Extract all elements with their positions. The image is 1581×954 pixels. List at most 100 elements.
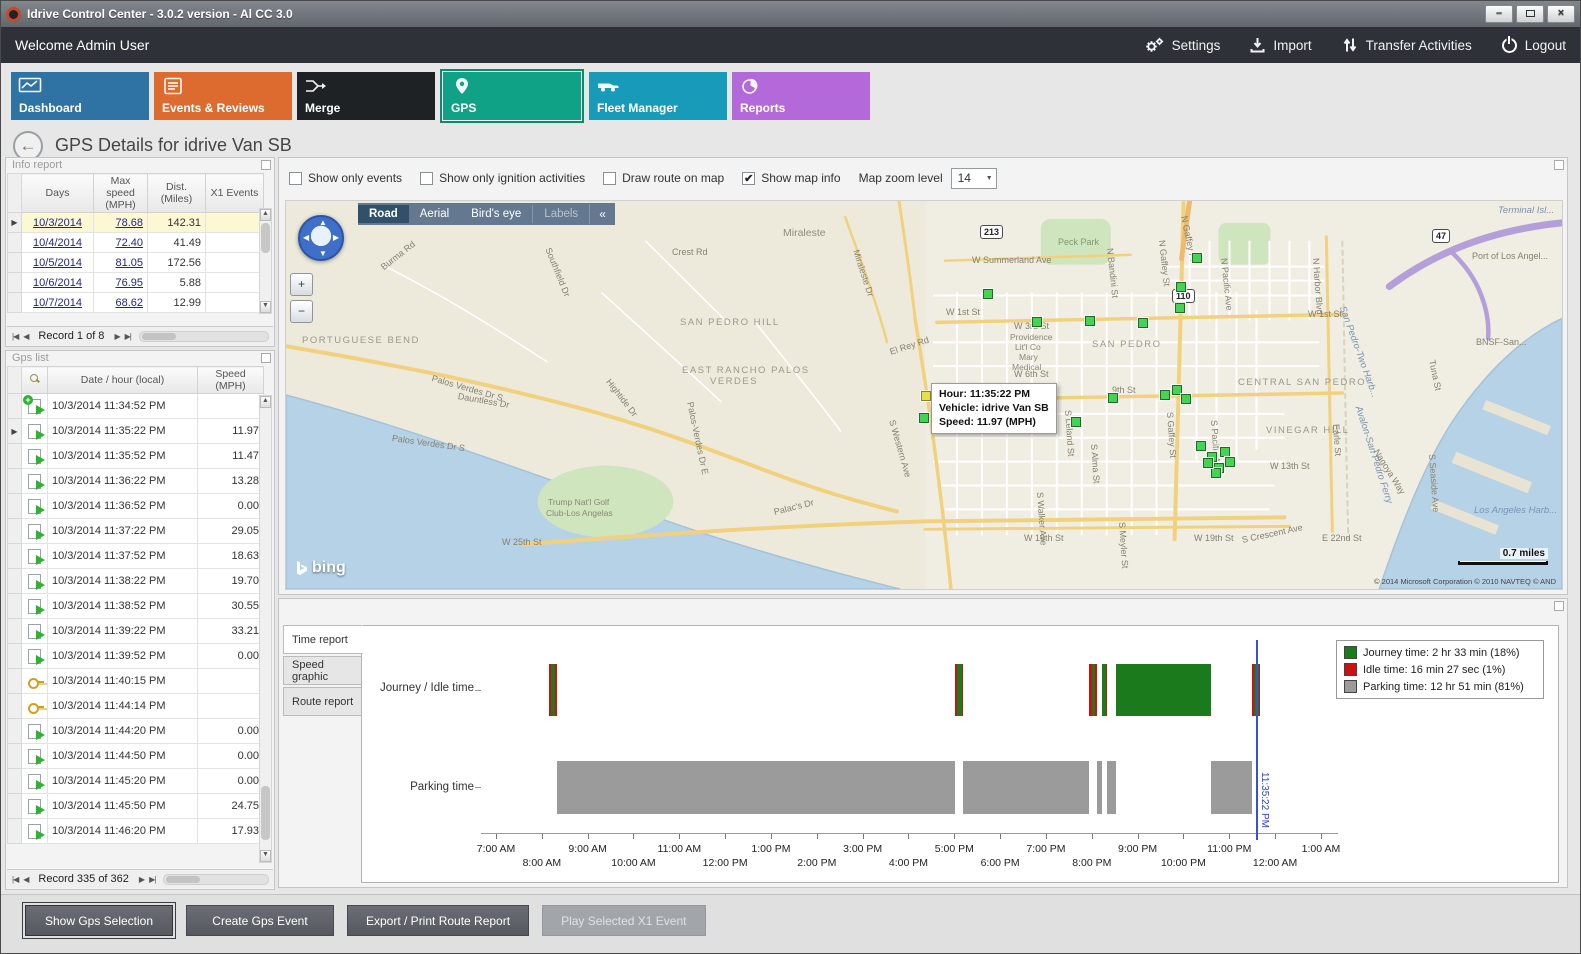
- collapse-panel-icon[interactable]: [261, 160, 271, 170]
- gps-marker[interactable]: [983, 289, 993, 299]
- max-speed-link[interactable]: 72.40: [115, 237, 143, 249]
- gps-marker[interactable]: [1225, 457, 1235, 467]
- checkbox-show-only-ignition-activities[interactable]: Show only ignition activities: [420, 171, 585, 185]
- zoom-in-button[interactable]: +: [290, 273, 313, 296]
- checkbox-show-only-events[interactable]: Show only events: [289, 171, 402, 185]
- pager-first-icon[interactable]: |◀: [11, 332, 19, 341]
- checked-checkbox-icon[interactable]: ✔: [742, 172, 755, 185]
- max-speed-link[interactable]: 81.05: [115, 257, 143, 269]
- day-link[interactable]: 10/7/2014: [33, 297, 82, 309]
- selected-gps-marker[interactable]: [921, 391, 931, 401]
- tab-events-reviews[interactable]: Events & Reviews: [154, 72, 292, 120]
- pager-prev-icon[interactable]: ◀: [22, 332, 29, 341]
- table-row[interactable]: 10/3/2014 11:39:22 PM33.21: [8, 619, 264, 644]
- gps-marker[interactable]: [1071, 417, 1081, 427]
- icon-column-header[interactable]: [22, 367, 48, 394]
- table-row[interactable]: 10/3/2014 11:35:52 PM11.47: [8, 444, 264, 469]
- table-row[interactable]: 10/3/2014 11:37:22 PM29.05: [8, 519, 264, 544]
- create-gps-event-button[interactable]: Create Gps Event: [186, 905, 334, 936]
- table-row[interactable]: 10/3/2014 11:38:52 PM30.55: [8, 594, 264, 619]
- tab-route-report[interactable]: Route report: [283, 687, 362, 716]
- gps-marker[interactable]: [1220, 447, 1230, 457]
- map-style-bird-s-eye[interactable]: Bird's eye: [460, 205, 532, 223]
- pager-last-icon[interactable]: ▶|: [148, 875, 156, 884]
- import-button[interactable]: Import: [1250, 37, 1311, 53]
- gps-marker[interactable]: [1176, 282, 1186, 292]
- unchecked-checkbox-icon[interactable]: [289, 172, 302, 185]
- minimize-button[interactable]: –: [1485, 5, 1513, 23]
- column-header[interactable]: Speed (MPH): [198, 367, 264, 394]
- table-row[interactable]: ▶10/3/2014 11:35:22 PM11.97: [8, 419, 264, 444]
- gps-marker[interactable]: [1160, 390, 1170, 400]
- collapse-panel-icon[interactable]: [261, 353, 271, 363]
- horizontal-scrollbar[interactable]: [163, 874, 269, 885]
- column-header[interactable]: Days: [22, 174, 94, 213]
- settings-button[interactable]: Settings: [1144, 37, 1221, 54]
- gps-marker[interactable]: [1196, 441, 1206, 451]
- table-row[interactable]: 10/3/2014 11:45:20 PM0.00: [8, 769, 264, 794]
- tab-time-report[interactable]: Time report: [283, 625, 363, 654]
- tab-dashboard[interactable]: Dashboard: [11, 72, 149, 120]
- table-row[interactable]: 10/3/2014 11:44:14 PM: [8, 694, 264, 719]
- vertical-scrollbar[interactable]: ▲ ▼: [259, 208, 272, 314]
- tab-merge[interactable]: Merge: [297, 72, 435, 120]
- day-link[interactable]: 10/6/2014: [33, 277, 82, 289]
- checkbox-show-map-info[interactable]: ✔Show map info: [742, 171, 840, 185]
- scroll-thumb[interactable]: [166, 876, 200, 883]
- gps-marker[interactable]: [1138, 318, 1148, 328]
- scroll-thumb[interactable]: [142, 333, 176, 340]
- pager-first-icon[interactable]: |◀: [11, 875, 19, 884]
- column-header[interactable]: Max speed (MPH): [94, 174, 148, 213]
- table-row[interactable]: 10/7/201468.6212.99: [8, 293, 264, 313]
- map-canvas[interactable]: MiralesteCrest RdBurma RdSouthfield DrMi…: [285, 200, 1563, 590]
- table-row[interactable]: 10/3/2014 11:37:52 PM18.63: [8, 544, 264, 569]
- table-row[interactable]: 10/5/201481.05172.56: [8, 253, 264, 273]
- map-style-aerial[interactable]: Aerial: [409, 205, 460, 223]
- gps-marker[interactable]: [1203, 458, 1213, 468]
- scroll-up-icon[interactable]: ▲: [260, 209, 271, 221]
- gps-marker[interactable]: [1032, 317, 1042, 327]
- gps-marker[interactable]: [1085, 316, 1095, 326]
- tab-fleet-manager[interactable]: Fleet Manager: [589, 72, 727, 120]
- scroll-down-icon[interactable]: ▼: [260, 850, 271, 862]
- maximize-button[interactable]: [1516, 5, 1544, 23]
- checkbox-draw-route-on-map[interactable]: Draw route on map: [603, 171, 724, 185]
- pan-west-icon[interactable]: ◀: [303, 233, 309, 242]
- column-header[interactable]: Dist. (Miles): [148, 174, 206, 213]
- table-row[interactable]: 10/3/2014 11:44:20 PM0.00: [8, 719, 264, 744]
- pan-north-icon[interactable]: ▲: [319, 218, 327, 227]
- max-speed-link[interactable]: 78.68: [115, 217, 143, 229]
- pan-east-icon[interactable]: ▶: [333, 233, 339, 242]
- pager-last-icon[interactable]: ▶|: [124, 332, 132, 341]
- pager-next-icon[interactable]: ▶: [113, 332, 120, 341]
- gps-marker[interactable]: [1192, 253, 1202, 263]
- tab-speed-graphic[interactable]: Speed graphic: [283, 656, 362, 685]
- gps-marker[interactable]: [1211, 468, 1221, 478]
- pager-prev-icon[interactable]: ◀: [22, 875, 29, 884]
- table-row[interactable]: ▶10/3/201478.68142.31: [8, 213, 264, 233]
- table-row[interactable]: 10/3/2014 11:44:50 PM0.00: [8, 744, 264, 769]
- table-row[interactable]: 10/3/2014 11:36:22 PM13.28: [8, 469, 264, 494]
- table-row[interactable]: 10/3/2014 11:39:52 PM0.00: [8, 644, 264, 669]
- unchecked-checkbox-icon[interactable]: [603, 172, 616, 185]
- gps-marker[interactable]: [919, 413, 929, 423]
- tab-gps[interactable]: GPS: [443, 72, 581, 120]
- map-compass-control[interactable]: ▲ ▼ ◀ ▶: [298, 215, 344, 261]
- unchecked-checkbox-icon[interactable]: [420, 172, 433, 185]
- horizontal-scrollbar[interactable]: [139, 331, 269, 342]
- vertical-scrollbar[interactable]: ▲ ▼: [259, 395, 272, 863]
- table-row[interactable]: 10/3/2014 11:40:15 PM: [8, 669, 264, 694]
- table-row[interactable]: 10/3/2014 11:36:52 PM0.00: [8, 494, 264, 519]
- transfer-activities-button[interactable]: Transfer Activities: [1342, 37, 1472, 53]
- gps-marker[interactable]: [1108, 393, 1118, 403]
- gps-marker[interactable]: [1175, 303, 1185, 313]
- column-header[interactable]: X1 Events: [206, 174, 264, 213]
- table-row[interactable]: 10/6/201476.955.88: [8, 273, 264, 293]
- scroll-thumb[interactable]: [261, 223, 270, 253]
- table-row[interactable]: 10/4/201472.4041.49: [8, 233, 264, 253]
- table-row[interactable]: 10/3/2014 11:45:50 PM24.75: [8, 794, 264, 819]
- tab-reports[interactable]: Reports: [732, 72, 870, 120]
- day-link[interactable]: 10/5/2014: [33, 257, 82, 269]
- close-button[interactable]: ×: [1547, 5, 1575, 23]
- map-style-road[interactable]: Road: [358, 205, 409, 223]
